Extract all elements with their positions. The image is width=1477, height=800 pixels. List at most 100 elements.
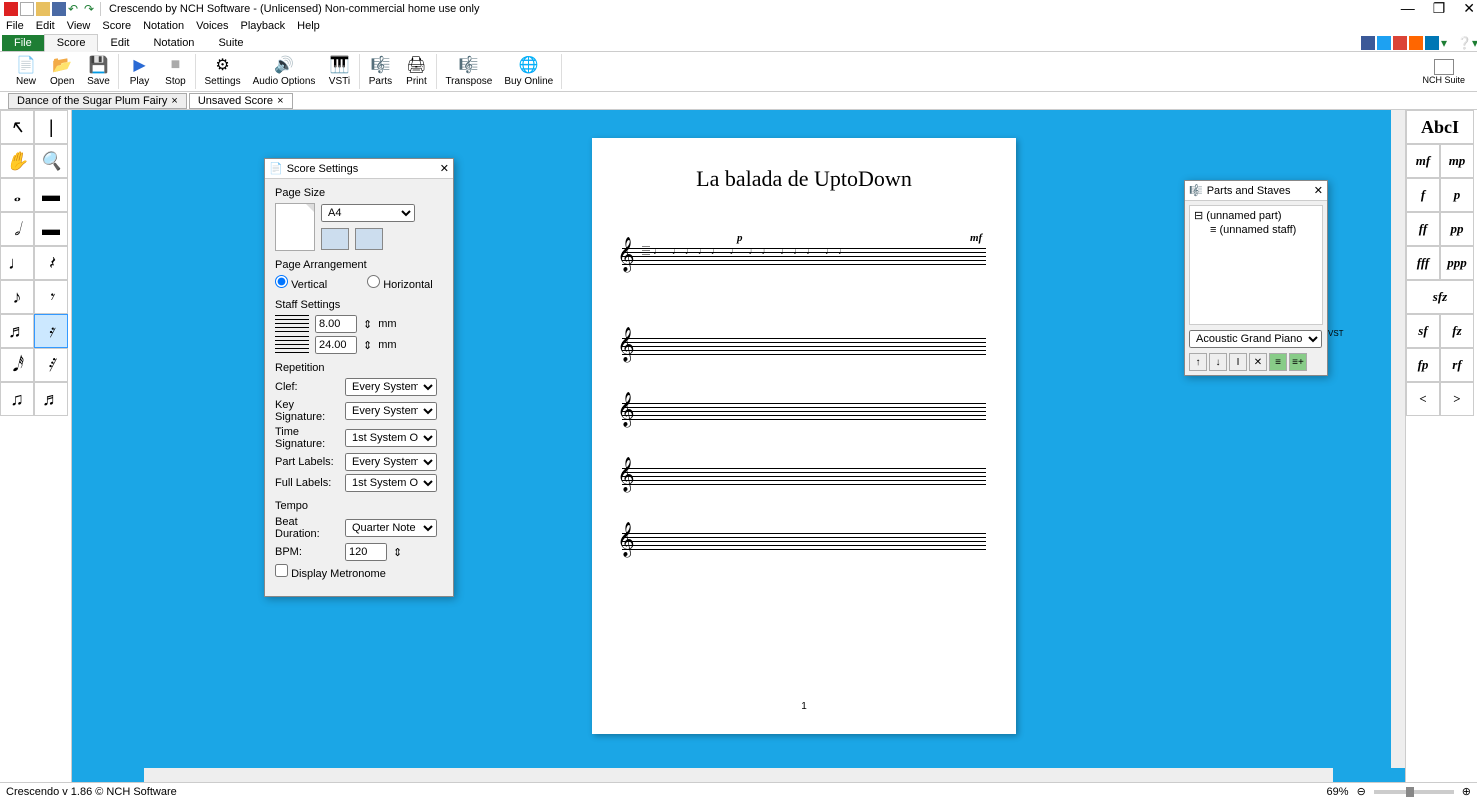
dialog-titlebar[interactable]: 📄 Score Settings ✕ — [265, 159, 453, 179]
tab-notation[interactable]: Notation — [141, 35, 206, 51]
dyn-f[interactable]: f — [1406, 178, 1440, 212]
menu-playback[interactable]: Playback — [241, 20, 286, 32]
dyn-mf[interactable]: mf — [1406, 144, 1440, 178]
part-labels-select[interactable]: Every System — [345, 453, 437, 471]
half-note-tool[interactable]: 𝅗𝅥 — [0, 212, 34, 246]
close-tab-icon[interactable]: × — [171, 95, 177, 107]
facebook-icon[interactable] — [1361, 36, 1375, 50]
dynamic-p[interactable]: p — [737, 232, 743, 244]
spinner-icon[interactable]: ⇕ — [363, 339, 372, 352]
staff-4[interactable]: 𝄞 — [622, 468, 986, 488]
bpm-input[interactable] — [345, 543, 387, 561]
zoom-out-button[interactable]: ⊖ — [1357, 785, 1366, 798]
close-button[interactable]: ✕ — [1463, 0, 1475, 17]
parts-button[interactable]: 🎼Parts — [368, 56, 392, 87]
delete-button[interactable]: ✕ — [1249, 353, 1267, 371]
staff-gap-input[interactable] — [315, 336, 357, 354]
menu-edit[interactable]: Edit — [36, 20, 55, 32]
tree-node-staff[interactable]: ≡ (unnamed staff) — [1192, 223, 1320, 237]
key-sig-select[interactable]: Every System — [345, 402, 437, 420]
whole-rest-tool[interactable]: ▬ — [34, 178, 68, 212]
dyn-ff[interactable]: ff — [1406, 212, 1440, 246]
dyn-sf[interactable]: sf — [1406, 314, 1440, 348]
doc-tab-1[interactable]: Unsaved Score× — [189, 93, 293, 109]
vst-button[interactable]: VST — [1328, 329, 1344, 349]
landscape-icon[interactable] — [355, 228, 383, 250]
dyn-fp[interactable]: fp — [1406, 348, 1440, 382]
vertical-radio[interactable]: Vertical — [275, 275, 327, 291]
tab-score[interactable]: Score — [44, 34, 99, 52]
score-title[interactable]: La balada de UptoDown — [592, 166, 1016, 192]
qat-new-icon[interactable] — [20, 2, 34, 16]
hand-tool[interactable]: ✋ — [0, 144, 34, 178]
menu-view[interactable]: View — [67, 20, 91, 32]
help-icon[interactable]: ❔▾ — [1457, 36, 1471, 50]
barline-tool[interactable]: | — [34, 110, 68, 144]
staff-5[interactable]: 𝄞 — [622, 533, 986, 553]
crescendo-tool[interactable]: < — [1406, 382, 1440, 416]
thirtysecond-note-tool[interactable]: 𝅘𝅥𝅰 — [0, 348, 34, 382]
more-icon[interactable]: ▾ — [1441, 36, 1455, 50]
qat-redo-icon[interactable]: ↷ — [84, 2, 98, 16]
decrescendo-tool[interactable]: > — [1440, 382, 1474, 416]
spinner-icon[interactable]: ⇕ — [363, 318, 372, 331]
score-canvas[interactable]: La balada de UptoDown p mf 𝄞 𝄚♩ ♩♩♩♩ ♩ ♩… — [72, 110, 1405, 782]
print-button[interactable]: 🖨Print — [404, 56, 428, 87]
menu-file[interactable]: File — [6, 20, 24, 32]
tab-edit[interactable]: Edit — [98, 35, 141, 51]
dyn-pp[interactable]: pp — [1440, 212, 1474, 246]
staff-3[interactable]: 𝄞 — [622, 403, 986, 423]
clef-select[interactable]: Every System — [345, 378, 437, 396]
whole-note-tool[interactable]: 𝅝 — [0, 178, 34, 212]
new-button[interactable]: 📄New — [14, 56, 38, 87]
spinner-icon[interactable]: ⇕ — [393, 546, 402, 559]
dyn-sfz[interactable]: sfz — [1406, 280, 1474, 314]
qat-open-icon[interactable] — [36, 2, 50, 16]
page-size-select[interactable]: A4 — [321, 204, 415, 222]
play-button[interactable]: ▶Play — [127, 56, 151, 87]
dynamic-mf[interactable]: mf — [970, 232, 982, 244]
sixteenth-rest-tool[interactable]: 𝄿 — [34, 314, 68, 348]
dyn-p[interactable]: p — [1440, 178, 1474, 212]
move-down-button[interactable]: ↓ — [1209, 353, 1227, 371]
zoom-value[interactable]: 69% — [1327, 786, 1349, 798]
dyn-rf[interactable]: rf — [1440, 348, 1474, 382]
text-tool[interactable]: AbcI — [1406, 110, 1474, 144]
thirtysecond-rest-tool[interactable]: 𝅀 — [34, 348, 68, 382]
linkedin-icon[interactable] — [1425, 36, 1439, 50]
menu-notation[interactable]: Notation — [143, 20, 184, 32]
move-up-button[interactable]: ↑ — [1189, 353, 1207, 371]
zoom-tool[interactable]: 🔍 — [34, 144, 68, 178]
staff-1[interactable]: 𝄞 𝄚♩ ♩♩♩♩ ♩ ♩♩ ♩♩♩ ♩♩ — [622, 248, 986, 268]
sixteenth-note-tool[interactable]: ♬ — [0, 314, 34, 348]
tab-suite[interactable]: Suite — [206, 35, 255, 51]
stop-button[interactable]: ■Stop — [163, 56, 187, 87]
parts-staves-dialog[interactable]: 🎼 Parts and Staves ✕ ⊟ (unnamed part) ≡ … — [1184, 180, 1328, 376]
zoom-slider[interactable] — [1374, 790, 1454, 794]
portrait-icon[interactable] — [321, 228, 349, 250]
dialog-titlebar[interactable]: 🎼 Parts and Staves ✕ — [1185, 181, 1327, 201]
open-button[interactable]: 📂Open — [50, 56, 74, 87]
doc-tab-0[interactable]: Dance of the Sugar Plum Fairy× — [8, 93, 187, 109]
dialog-close-button[interactable]: ✕ — [1314, 184, 1323, 197]
eighth-note-tool[interactable]: ♪ — [0, 280, 34, 314]
quarter-note-tool[interactable]: ♩ — [0, 246, 34, 280]
dyn-mp[interactable]: mp — [1440, 144, 1474, 178]
instrument-select[interactable]: Acoustic Grand Piano — [1189, 330, 1322, 348]
qat-save-icon[interactable] — [52, 2, 66, 16]
beat-duration-select[interactable]: Quarter Note — [345, 519, 437, 537]
share-icon[interactable] — [1409, 36, 1423, 50]
half-rest-tool[interactable]: ▬ — [34, 212, 68, 246]
staff-2[interactable]: 𝄞 — [622, 338, 986, 358]
score-page[interactable]: La balada de UptoDown p mf 𝄞 𝄚♩ ♩♩♩♩ ♩ ♩… — [592, 138, 1016, 734]
google-icon[interactable] — [1393, 36, 1407, 50]
horizontal-scrollbar[interactable] — [144, 768, 1333, 782]
menu-score[interactable]: Score — [102, 20, 131, 32]
rename-button[interactable]: I — [1229, 353, 1247, 371]
time-sig-select[interactable]: 1st System Only — [345, 429, 437, 447]
quarter-rest-tool[interactable]: 𝄽 — [34, 246, 68, 280]
zoom-in-button[interactable]: ⊕ — [1462, 785, 1471, 798]
audio-options-button[interactable]: 🔊Audio Options — [253, 56, 316, 87]
maximize-button[interactable]: ❐ — [1433, 0, 1446, 17]
close-tab-icon[interactable]: × — [277, 95, 283, 107]
